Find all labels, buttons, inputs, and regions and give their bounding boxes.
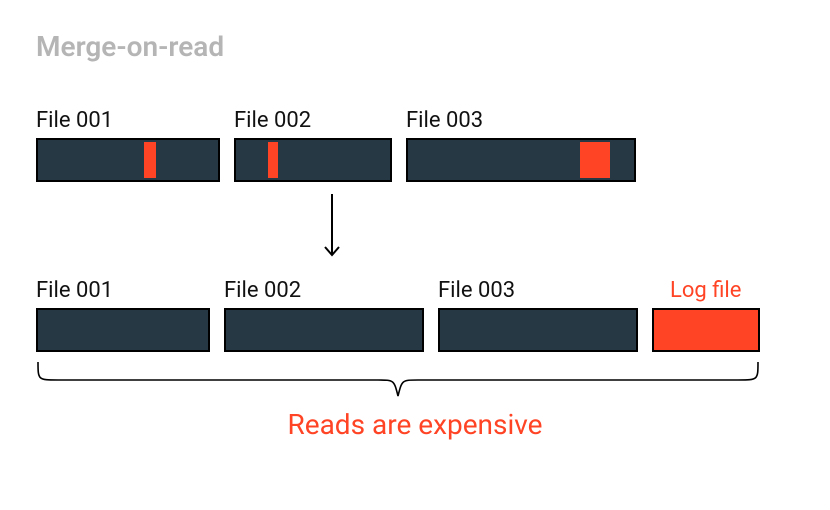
bottom-file-2-label: File 002 xyxy=(224,278,301,303)
top-file-2-label: File 002 xyxy=(234,108,311,133)
bottom-file-1-label: File 001 xyxy=(36,278,113,303)
bottom-file-3-label: File 003 xyxy=(438,278,515,303)
bottom-file-2-block xyxy=(224,308,424,352)
log-file-label: Log file xyxy=(670,278,741,303)
top-file-3-block xyxy=(406,138,636,182)
diagram-title: Merge-on-read xyxy=(36,30,224,63)
caption-reads-expensive: Reads are expensive xyxy=(0,408,830,441)
top-file-2-block xyxy=(234,138,392,182)
top-file-1-block xyxy=(36,138,220,182)
arrow-down-icon xyxy=(322,192,342,264)
top-file-1-deleted-stripe xyxy=(144,142,156,178)
brace-icon xyxy=(36,360,760,400)
top-file-3-label: File 003 xyxy=(406,108,483,133)
log-file-block xyxy=(652,308,760,352)
top-file-2-deleted-stripe xyxy=(268,142,278,178)
bottom-file-1-block xyxy=(36,308,210,352)
top-file-3-deleted-stripe xyxy=(580,142,610,178)
bottom-file-3-block xyxy=(438,308,638,352)
top-file-1-label: File 001 xyxy=(36,108,113,133)
